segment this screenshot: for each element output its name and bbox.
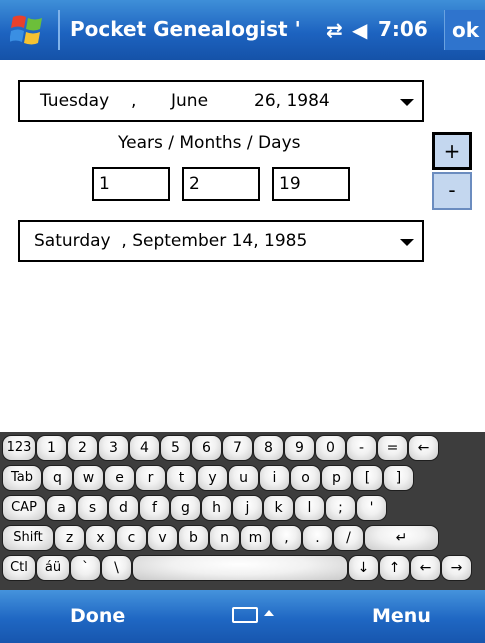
arrow-down-key[interactable]: ↓: [348, 555, 379, 581]
arrow-up-key[interactable]: ↑: [379, 555, 410, 581]
key[interactable]: 2: [67, 435, 98, 461]
key[interactable]: [: [352, 465, 383, 491]
arrow-left-key[interactable]: ←: [410, 555, 441, 581]
key[interactable]: ': [356, 495, 387, 521]
key[interactable]: x: [85, 525, 116, 551]
key[interactable]: l: [294, 495, 325, 521]
key[interactable]: i: [259, 465, 290, 491]
speaker-icon[interactable]: ◀︎: [352, 18, 367, 42]
key[interactable]: ,: [271, 525, 302, 551]
soft-keyboard: 123 1 2 3 4 5 6 7 8 9 0 - = ← Tab q w e …: [0, 432, 485, 590]
duration-label: Years / Months / Days: [118, 133, 301, 153]
key[interactable]: w: [73, 465, 104, 491]
months-field[interactable]: 2: [182, 167, 260, 201]
key[interactable]: 5: [160, 435, 191, 461]
key[interactable]: j: [232, 495, 263, 521]
key[interactable]: e: [104, 465, 135, 491]
end-date-picker[interactable]: Saturday , September 14, 1985: [18, 220, 424, 262]
arrow-right-key[interactable]: →: [441, 555, 472, 581]
key[interactable]: b: [178, 525, 209, 551]
key[interactable]: a: [46, 495, 77, 521]
key[interactable]: 6: [191, 435, 222, 461]
key[interactable]: v: [147, 525, 178, 551]
window-title: Pocket Genealogist ': [70, 17, 301, 41]
chevron-down-icon[interactable]: [400, 99, 414, 106]
international-key[interactable]: áü: [36, 555, 70, 581]
key[interactable]: d: [108, 495, 139, 521]
windows-start-icon[interactable]: [10, 13, 46, 47]
start-date-day-year: 26, 1984: [254, 91, 330, 111]
key[interactable]: z: [54, 525, 85, 551]
key[interactable]: .: [302, 525, 333, 551]
key[interactable]: t: [166, 465, 197, 491]
start-date-weekday: Tuesday: [40, 91, 110, 111]
key[interactable]: o: [290, 465, 321, 491]
key[interactable]: s: [77, 495, 108, 521]
key[interactable]: 8: [253, 435, 284, 461]
chevron-down-icon[interactable]: [400, 239, 414, 246]
key[interactable]: /: [333, 525, 364, 551]
key[interactable]: 1: [36, 435, 67, 461]
key[interactable]: u: [228, 465, 259, 491]
years-field[interactable]: 1: [92, 167, 170, 201]
key[interactable]: ;: [325, 495, 356, 521]
shift-key[interactable]: Shift: [2, 525, 54, 551]
key[interactable]: \: [101, 555, 132, 581]
enter-key[interactable]: ↵: [364, 525, 439, 551]
start-date-comma: ,: [131, 91, 137, 111]
key[interactable]: -: [346, 435, 377, 461]
backspace-key[interactable]: ←: [408, 435, 439, 461]
key[interactable]: `: [70, 555, 101, 581]
key[interactable]: 9: [284, 435, 315, 461]
increment-button[interactable]: +: [432, 132, 472, 170]
space-bar[interactable]: [132, 555, 348, 581]
end-date-text: Saturday , September 14, 1985: [34, 231, 308, 251]
caps-lock-key[interactable]: CAP: [2, 495, 46, 521]
key[interactable]: y: [197, 465, 228, 491]
key[interactable]: p: [321, 465, 352, 491]
key[interactable]: 0: [315, 435, 346, 461]
key[interactable]: 4: [129, 435, 160, 461]
keyboard-icon[interactable]: [232, 607, 258, 623]
key[interactable]: 7: [222, 435, 253, 461]
tab-key[interactable]: Tab: [2, 465, 42, 491]
key-123[interactable]: 123: [2, 435, 36, 461]
start-date-picker[interactable]: Tuesday , June 26, 1984: [18, 80, 424, 122]
key[interactable]: c: [116, 525, 147, 551]
key[interactable]: 3: [98, 435, 129, 461]
title-bar: Pocket Genealogist ' ⇄ ◀︎ 7:06 ok: [0, 0, 485, 60]
key[interactable]: m: [240, 525, 271, 551]
key[interactable]: =: [377, 435, 408, 461]
key[interactable]: k: [263, 495, 294, 521]
ctrl-key[interactable]: Ctl: [2, 555, 36, 581]
sync-arrows-icon[interactable]: ⇄: [326, 18, 343, 42]
key[interactable]: r: [135, 465, 166, 491]
key[interactable]: n: [209, 525, 240, 551]
title-separator: [58, 10, 60, 50]
key[interactable]: h: [201, 495, 232, 521]
days-field[interactable]: 19: [272, 167, 350, 201]
caret-up-icon[interactable]: [264, 610, 274, 616]
key[interactable]: ]: [383, 465, 414, 491]
ok-button[interactable]: ok: [444, 10, 485, 50]
done-softkey[interactable]: Done: [70, 605, 125, 627]
decrement-button[interactable]: -: [432, 172, 472, 210]
menu-softkey[interactable]: Menu: [372, 605, 431, 627]
clock[interactable]: 7:06: [378, 17, 428, 41]
key[interactable]: f: [139, 495, 170, 521]
menu-bar: Done Menu: [0, 590, 485, 643]
key[interactable]: g: [170, 495, 201, 521]
start-date-month: June: [171, 91, 209, 111]
key[interactable]: q: [42, 465, 73, 491]
